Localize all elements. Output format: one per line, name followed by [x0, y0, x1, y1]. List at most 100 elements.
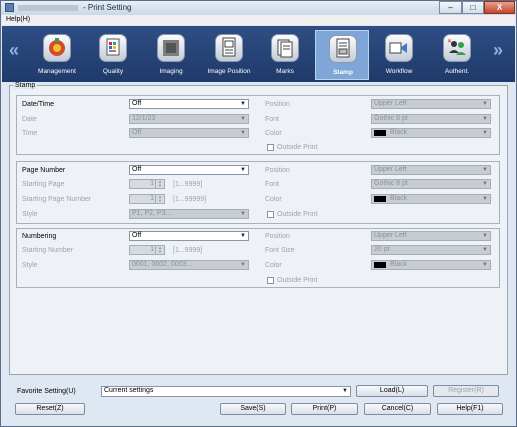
- starting-number-range: [1...9999]: [173, 247, 203, 254]
- datetime-select[interactable]: Off ▼: [129, 99, 249, 109]
- tab-quality[interactable]: Quality: [86, 30, 140, 80]
- starting-page-value: 1: [150, 180, 154, 187]
- dropdown-arrow-icon: ▼: [240, 211, 246, 217]
- time-label: Time: [22, 130, 38, 137]
- datetime-label: Date/Time: [22, 101, 55, 108]
- datetime-position-label: Position: [265, 101, 290, 108]
- datetime-select-value: Off: [132, 100, 142, 107]
- maximize-button[interactable]: □: [462, 1, 484, 14]
- favorite-setting-value: Current settings: [104, 387, 154, 394]
- management-icon: [43, 34, 71, 62]
- page-number-position-value: Upper Left: [374, 166, 407, 173]
- numbering-font-size-value: 20 pt: [374, 246, 390, 253]
- favorite-setting-label: Favorite Setting(U): [17, 388, 76, 395]
- tab-imaging[interactable]: Imaging: [144, 30, 198, 80]
- starting-page-stepper[interactable]: 1 ▲ ▼: [129, 179, 165, 189]
- print-button[interactable]: Print(P): [291, 403, 358, 415]
- starting-number-stepper[interactable]: 1 ▲ ▼: [129, 245, 165, 255]
- redacted-title: [18, 5, 78, 11]
- spin-arrows-icon[interactable]: ▲ ▼: [155, 180, 164, 188]
- time-select[interactable]: Off ▼: [129, 128, 249, 138]
- page-number-font-select[interactable]: Gothic 8 pt ▼: [371, 179, 491, 189]
- datetime-position-value: Upper Left: [374, 100, 407, 107]
- minimize-button[interactable]: –: [439, 1, 462, 14]
- dropdown-arrow-icon: ▼: [240, 116, 246, 122]
- page-number-group: Page Number Off ▼ Starting Page 1 ▲ ▼ [1...…: [16, 161, 500, 224]
- menu-bar: Help(H): [2, 15, 515, 25]
- numbering-position-value: Upper Left: [374, 232, 407, 239]
- window-title: - Print Setting: [83, 3, 132, 12]
- load-button[interactable]: Load(L): [356, 385, 428, 397]
- datetime-outside-print-label: Outside Print: [277, 144, 318, 151]
- print-setting-window: - Print Setting – □ X Help(H) « Manageme…: [0, 0, 517, 427]
- page-number-style-label: Style: [22, 211, 38, 218]
- starting-number-label: Starting Number: [22, 247, 73, 254]
- tab-imaging-label: Imaging: [159, 68, 183, 75]
- stamp-icon: [329, 35, 357, 63]
- tab-management-label: Management: [38, 68, 76, 75]
- tab-stamp[interactable]: Stamp: [315, 30, 369, 80]
- tab-image-position[interactable]: Image Position: [202, 30, 256, 80]
- datetime-group: Date/Time Off ▼ Date 12/1/23 ▼ Time Off ▼ P…: [16, 95, 500, 155]
- numbering-style-value: 0001, 0002, 0003...: [132, 261, 193, 268]
- datetime-color-label: Color: [265, 130, 282, 137]
- scroll-left-arrow-icon[interactable]: «: [9, 40, 19, 61]
- tab-workflow[interactable]: Workflow: [372, 30, 426, 80]
- page-number-outside-print-label: Outside Print: [277, 211, 318, 218]
- tab-quality-label: Quality: [102, 68, 124, 75]
- page-number-style-select[interactable]: P1, P2, P3... ▼: [129, 209, 249, 219]
- starting-page-number-value: 1: [150, 195, 154, 202]
- datetime-position-select[interactable]: Upper Left ▼: [371, 99, 491, 109]
- cancel-button[interactable]: Cancel(C): [364, 403, 431, 415]
- quality-icon: [99, 34, 127, 62]
- numbering-color-select[interactable]: Black ▼: [371, 260, 491, 270]
- dropdown-arrow-icon: ▼: [240, 233, 246, 239]
- numbering-position-label: Position: [265, 233, 290, 240]
- date-select[interactable]: 12/1/23 ▼: [129, 114, 249, 124]
- dropdown-arrow-icon: ▼: [482, 233, 488, 239]
- numbering-font-size-select[interactable]: 20 pt ▼: [371, 245, 491, 255]
- numbering-select[interactable]: Off ▼: [129, 231, 249, 241]
- tab-authent-label: Authent.: [444, 68, 470, 75]
- tab-management[interactable]: Management: [30, 30, 84, 80]
- dropdown-arrow-icon: ▼: [240, 130, 246, 136]
- reset-button[interactable]: Reset(Z): [15, 403, 85, 415]
- help-button[interactable]: Help(F1): [437, 403, 503, 415]
- authent-icon: ✕: [443, 34, 471, 62]
- tab-stamp-label: Stamp: [333, 69, 353, 76]
- datetime-font-label: Font: [265, 116, 280, 123]
- datetime-font-value: Gothic 8 pt: [374, 115, 408, 122]
- page-number-outside-print-checkbox[interactable]: [267, 211, 274, 218]
- spin-arrows-icon[interactable]: ▲ ▼: [155, 195, 164, 203]
- numbering-outside-print-checkbox[interactable]: [267, 277, 274, 284]
- numbering-style-label: Style: [22, 262, 38, 269]
- page-number-color-select[interactable]: Black ▼: [371, 194, 491, 204]
- title-bar: - Print Setting – □ X: [1, 1, 516, 15]
- tab-image-position-label: Image Position: [207, 68, 251, 75]
- datetime-color-select[interactable]: Black ▼: [371, 128, 491, 138]
- page-number-select[interactable]: Off ▼: [129, 165, 249, 175]
- page-number-position-select[interactable]: Upper Left ▼: [371, 165, 491, 175]
- numbering-label: Numbering: [22, 233, 57, 240]
- favorite-setting-select[interactable]: Current settings ▼: [101, 386, 351, 397]
- tab-marks[interactable]: Marks: [258, 30, 312, 80]
- numbering-style-select[interactable]: 0001, 0002, 0003... ▼: [129, 260, 249, 270]
- close-button[interactable]: X: [484, 1, 515, 14]
- app-icon: [5, 3, 14, 12]
- numbering-color-value: Black: [390, 261, 408, 268]
- svg-text:✕: ✕: [447, 38, 452, 45]
- menu-help[interactable]: Help(H): [6, 16, 30, 23]
- register-button[interactable]: Register(R): [433, 385, 499, 397]
- tab-authent[interactable]: ✕ Authent.: [430, 30, 484, 80]
- starting-page-number-stepper[interactable]: 1 ▲ ▼: [129, 194, 165, 204]
- save-button[interactable]: Save(S): [220, 403, 286, 415]
- page-number-label: Page Number: [22, 167, 66, 174]
- starting-number-value: 1: [150, 246, 154, 253]
- numbering-position-select[interactable]: Upper Left ▼: [371, 231, 491, 241]
- spin-arrows-icon[interactable]: ▲ ▼: [155, 246, 164, 254]
- dropdown-arrow-icon: ▼: [482, 116, 488, 122]
- datetime-font-select[interactable]: Gothic 8 pt ▼: [371, 114, 491, 124]
- dropdown-arrow-icon: ▼: [482, 167, 488, 173]
- datetime-outside-print-checkbox[interactable]: [267, 144, 274, 151]
- scroll-right-arrow-icon[interactable]: »: [493, 40, 503, 61]
